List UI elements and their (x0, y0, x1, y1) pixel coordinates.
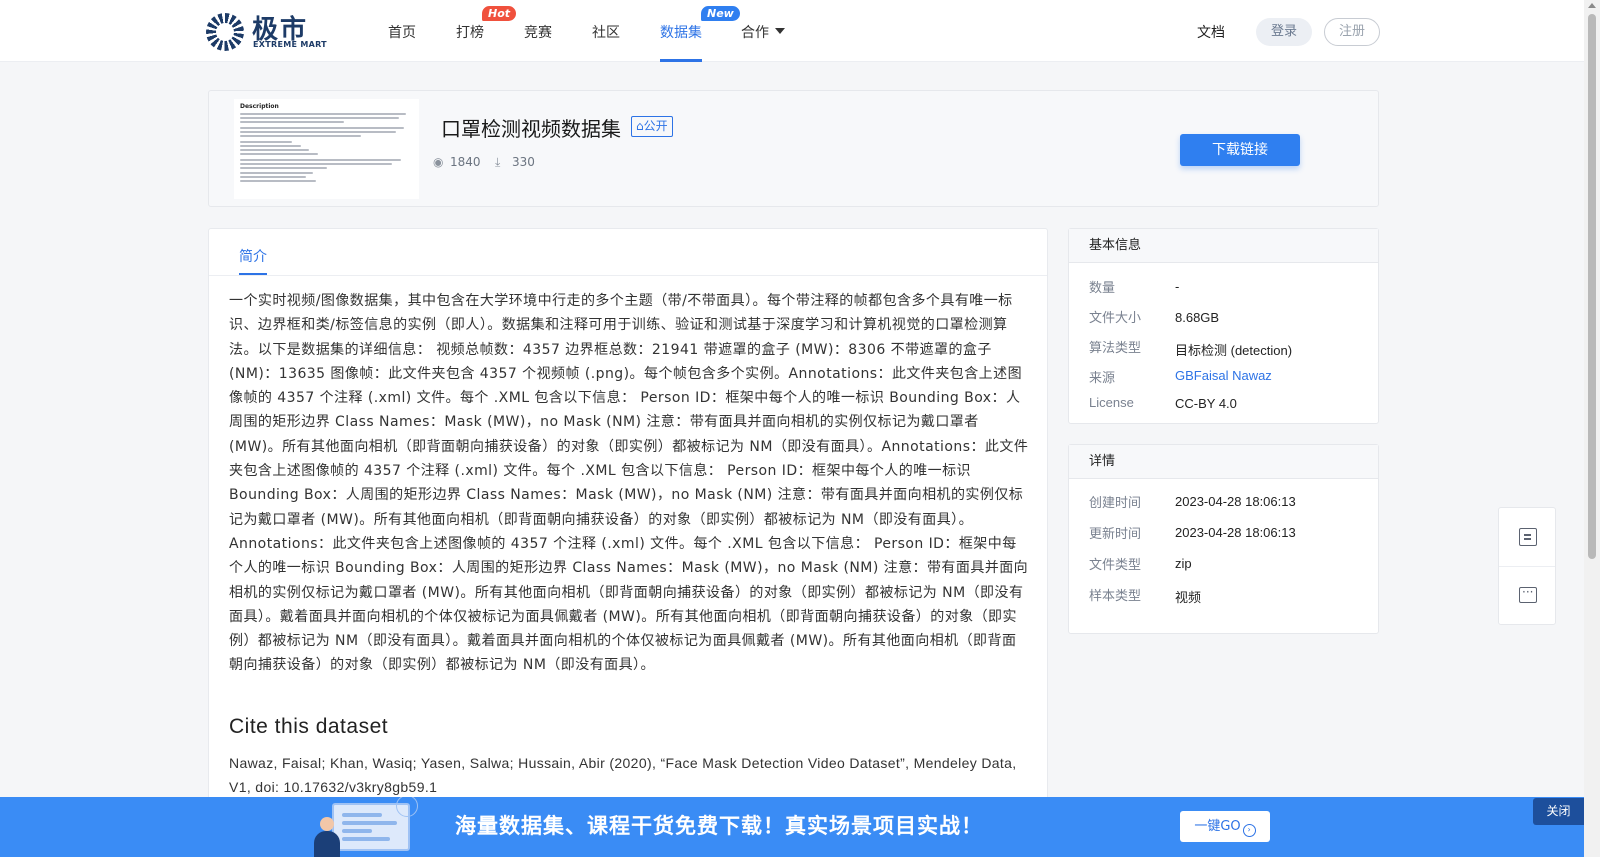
banner-illustration (312, 797, 418, 857)
lock-icon: ⌂ (636, 119, 644, 133)
page-scrollbar[interactable] (1584, 0, 1600, 857)
chat-icon[interactable] (1519, 585, 1537, 603)
logo-subtext: EXTREME MART (253, 40, 327, 49)
active-nav-indicator (660, 59, 702, 62)
tab-divider (209, 275, 1047, 276)
detail-label: 创建时间 (1089, 495, 1142, 510)
info-value: 8.68GB (1175, 310, 1220, 325)
banner-text: 海量数据集、课程干货免费下载！真实场景项目实战！ (455, 814, 983, 838)
illustration-person (314, 831, 340, 857)
info-label: 文件大小 (1089, 310, 1142, 325)
hot-badge: Hot (482, 6, 517, 21)
download-link-button[interactable]: 下载链接 (1180, 134, 1300, 166)
detail-value: 视频 (1175, 590, 1202, 605)
nav-item-community[interactable]: 社区 (592, 22, 620, 42)
toolbar-divider (1499, 566, 1555, 567)
site-logo[interactable]: 极市 EXTREME MART (206, 13, 327, 51)
download-icon: ⤓ (495, 155, 501, 169)
detail-value: 2023-04-28 18:06:13 (1175, 494, 1296, 509)
source-link[interactable]: GBFaisal Nawaz (1175, 368, 1272, 383)
promo-banner: 海量数据集、课程干货免费下载！真实场景项目实战！ 一键GO › (0, 797, 1584, 857)
detail-label: 样本类型 (1089, 588, 1142, 603)
illustration-circle (396, 797, 418, 817)
new-badge: New (701, 6, 740, 21)
dataset-thumbnail: Description (234, 99, 419, 199)
nav-item-home[interactable]: 首页 (388, 22, 416, 42)
dataset-description: 一个实时视频/图像数据集，其中包含在大学环境中行走的多个主题（带/不带面具）。每… (229, 293, 1029, 674)
scroll-up-arrow-icon[interactable] (1588, 3, 1596, 8)
nav-item-competition[interactable]: 竞赛 (524, 22, 552, 42)
visibility-label: 公开 (643, 119, 668, 133)
info-label: 数量 (1089, 280, 1116, 295)
info-value: 目标检测 (detection) (1175, 343, 1293, 358)
info-label: 来源 (1089, 370, 1116, 385)
visibility-badge: ⌂公开 (631, 116, 673, 137)
citation-text: Nawaz, Faisal; Khan, Wasiq; Yasen, Salwa… (229, 755, 1017, 795)
dataset-header-card: Description 口罩检测视频数据集 ⌂公开 ◉ 1840 ⤓ 330 下载链… (208, 90, 1379, 207)
nav-item-cooperation[interactable]: 合作 (741, 22, 769, 42)
thumbnail-heading: Description (240, 103, 279, 110)
info-value: - (1175, 279, 1180, 294)
logo-mark-icon (206, 13, 244, 51)
top-navbar: 极市 EXTREME MART 首页 打榜 Hot 竞赛 社区 数据集 New … (0, 0, 1584, 62)
login-button[interactable]: 登录 (1256, 18, 1312, 46)
eye-icon: ◉ (433, 155, 444, 169)
illustration-head (320, 817, 334, 831)
basic-info-heading: 基本信息 (1069, 229, 1378, 263)
notes-icon[interactable] (1519, 528, 1537, 546)
detail-value: zip (1175, 556, 1192, 571)
floating-toolbar (1498, 507, 1556, 625)
nav-item-leaderboard[interactable]: 打榜 (456, 22, 484, 42)
banner-close-button[interactable]: 关闭 (1533, 798, 1584, 825)
tab-introduction[interactable]: 简介 (239, 246, 267, 266)
details-heading: 详情 (1069, 445, 1378, 479)
view-count-value: 1840 (450, 155, 481, 169)
register-button[interactable]: 注册 (1324, 18, 1380, 46)
nav-item-datasets[interactable]: 数据集 (660, 22, 702, 42)
info-label: License (1089, 395, 1134, 410)
go-button[interactable]: 一键GO › (1180, 811, 1270, 842)
details-card: 详情 创建时间 2023-04-28 18:06:13 更新时间 2023-04… (1068, 444, 1379, 634)
info-label: 算法类型 (1089, 340, 1142, 355)
description-card: 简介 一个实时视频/图像数据集，其中包含在大学环境中行走的多个主题（带/不带面具… (208, 228, 1048, 857)
download-count: ⤓ 330 (495, 155, 535, 170)
basic-info-card: 基本信息 数量 - 文件大小 8.68GB 算法类型 目标检测 (detecti… (1068, 228, 1379, 424)
detail-label: 更新时间 (1089, 526, 1142, 541)
download-count-value: 330 (512, 155, 535, 169)
chevron-down-icon[interactable] (775, 28, 785, 34)
scrollbar-thumb[interactable] (1588, 14, 1596, 559)
dataset-title: 口罩检测视频数据集 (441, 117, 621, 141)
info-value: CC-BY 4.0 (1175, 396, 1237, 411)
detail-label: 文件类型 (1089, 557, 1142, 572)
docs-link[interactable]: 文档 (1197, 22, 1225, 42)
arrow-right-circle-icon: › (1242, 824, 1256, 837)
go-button-label: 一键GO (1194, 819, 1241, 834)
detail-value: 2023-04-28 18:06:13 (1175, 525, 1296, 540)
view-count: ◉ 1840 (433, 155, 481, 169)
cite-heading: Cite this dataset (229, 715, 389, 738)
